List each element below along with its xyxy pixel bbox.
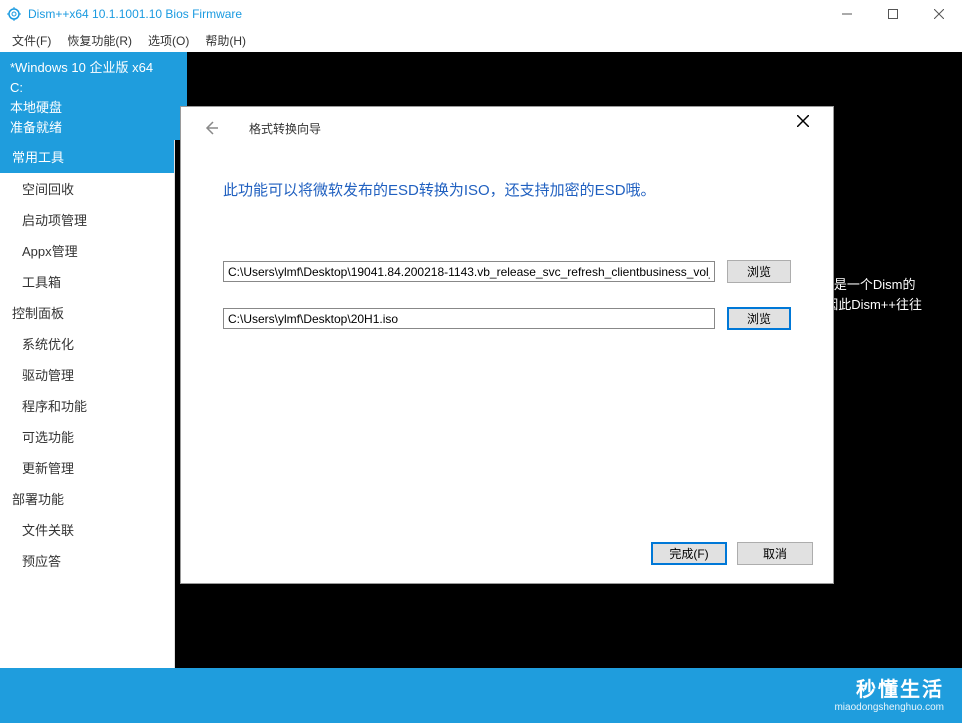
menu-bar: 文件(F) 恢复功能(R) 选项(O) 帮助(H) (0, 28, 962, 52)
browse-target-button[interactable]: 浏览 (727, 307, 791, 330)
sidebar-section-control[interactable]: 控制面板 (0, 297, 174, 328)
watermark-main: 秒懂生活 (834, 673, 944, 702)
maximize-button[interactable] (870, 0, 916, 28)
sidebar: 常用工具 空间回收 启动项管理 Appx管理 工具箱 控制面板 系统优化 驱动管… (0, 140, 175, 668)
title-bar: Dism++x64 10.1.1001.10 Bios Firmware (0, 0, 962, 28)
dialog-title: 格式转换向导 (249, 120, 321, 137)
sidebar-item-driver[interactable]: 驱动管理 (0, 359, 174, 390)
cancel-button[interactable]: 取消 (737, 542, 813, 565)
menu-file[interactable]: 文件(F) (4, 30, 59, 51)
minimize-button[interactable] (824, 0, 870, 28)
back-button[interactable] (199, 116, 223, 140)
sidebar-item-update[interactable]: 更新管理 (0, 452, 174, 483)
sidebar-item-optional[interactable]: 可选功能 (0, 421, 174, 452)
dialog-header: 格式转换向导 (181, 107, 833, 149)
dialog-close-button[interactable] (791, 109, 815, 133)
sidebar-item-programs[interactable]: 程序和功能 (0, 390, 174, 421)
menu-help[interactable]: 帮助(H) (197, 30, 254, 51)
browse-source-button[interactable]: 浏览 (727, 260, 791, 283)
info-drive: C: (10, 78, 195, 98)
watermark: 秒懂生活 miaodongshenghuo.com (834, 673, 944, 713)
target-row: 浏览 (223, 307, 791, 330)
app-icon (6, 6, 22, 22)
format-wizard-dialog: 格式转换向导 此功能可以将微软发布的ESD转换为ISO，还支持加密的ESD哦。 … (180, 106, 834, 584)
sidebar-item-startup[interactable]: 启动项管理 (0, 204, 174, 235)
close-button[interactable] (916, 0, 962, 28)
title-text: Dism++x64 10.1.1001.10 Bios Firmware (28, 7, 242, 21)
menu-options[interactable]: 选项(O) (140, 30, 197, 51)
info-status: 准备就绪 (10, 118, 195, 138)
window-controls (824, 0, 962, 28)
sidebar-section-deploy[interactable]: 部署功能 (0, 483, 174, 514)
bottom-bar: 秒懂生活 miaodongshenghuo.com (0, 668, 962, 723)
menu-recovery[interactable]: 恢复功能(R) (59, 30, 140, 51)
sidebar-section-common[interactable]: 常用工具 (0, 140, 174, 173)
source-path-input[interactable] (223, 261, 715, 282)
info-os: *Windows 10 企业版 x64 (10, 58, 195, 78)
dialog-footer: 完成(F) 取消 (651, 542, 813, 565)
sidebar-item-fileassoc[interactable]: 文件关联 (0, 514, 174, 545)
dialog-description: 此功能可以将微软发布的ESD转换为ISO，还支持加密的ESD哦。 (223, 179, 791, 200)
target-path-input[interactable] (223, 308, 715, 329)
source-row: 浏览 (223, 260, 791, 283)
sidebar-item-space[interactable]: 空间回收 (0, 173, 174, 204)
watermark-sub: miaodongshenghuo.com (834, 702, 944, 713)
dialog-body: 此功能可以将微软发布的ESD转换为ISO，还支持加密的ESD哦。 浏览 浏览 (181, 149, 833, 330)
sidebar-item-optimize[interactable]: 系统优化 (0, 328, 174, 359)
finish-button[interactable]: 完成(F) (651, 542, 727, 565)
sidebar-item-preanswer[interactable]: 预应答 (0, 545, 174, 576)
sidebar-item-toolbox[interactable]: 工具箱 (0, 266, 174, 297)
sidebar-item-appx[interactable]: Appx管理 (0, 235, 174, 266)
info-disk: 本地硬盘 (10, 98, 195, 118)
